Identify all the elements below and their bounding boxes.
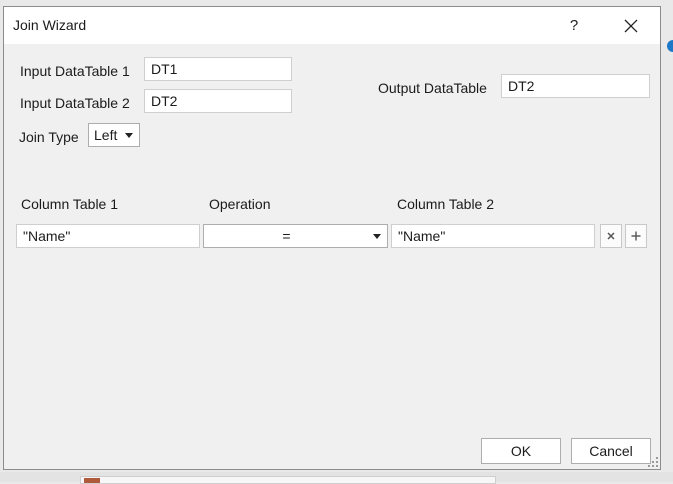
remove-row-button[interactable]	[600, 224, 622, 248]
side-panel-marker	[667, 40, 673, 52]
input-datatable-1-field[interactable]: DT1	[144, 57, 292, 81]
title-bar: Join Wizard ?	[4, 7, 660, 44]
input-datatable-2-field[interactable]: DT2	[144, 89, 292, 113]
join-type-dropdown[interactable]: Left	[88, 123, 140, 147]
output-datatable-field[interactable]: DT2	[501, 74, 650, 98]
document-icon	[84, 478, 100, 483]
dropdown-arrow-icon	[373, 234, 381, 239]
input-datatable-2-label: Input DataTable 2	[20, 95, 130, 111]
dialog-title: Join Wizard	[13, 17, 87, 33]
column-table-1-input[interactable]: "Name"	[16, 224, 200, 248]
help-button[interactable]: ?	[562, 15, 586, 37]
operation-value: =	[282, 228, 291, 244]
add-icon	[631, 231, 641, 241]
cancel-button[interactable]: Cancel	[571, 438, 651, 464]
remove-icon	[607, 232, 615, 240]
join-wizard-dialog: Join Wizard ? Input DataTable 1 DT1 Inpu…	[3, 6, 661, 470]
close-icon	[624, 19, 638, 33]
dropdown-arrow-icon	[125, 133, 133, 138]
output-datatable-label: Output DataTable	[378, 80, 487, 96]
operation-header: Operation	[209, 196, 271, 212]
ok-button[interactable]: OK	[481, 438, 561, 464]
join-type-label: Join Type	[19, 129, 79, 145]
resize-grip-icon[interactable]	[648, 457, 658, 467]
background-document-tab	[80, 476, 496, 484]
add-row-button[interactable]	[625, 224, 647, 248]
column-table-1-header: Column Table 1	[21, 196, 119, 212]
join-type-value: Left	[94, 127, 118, 143]
operation-dropdown[interactable]: =	[203, 224, 388, 248]
close-button[interactable]	[616, 13, 646, 39]
input-datatable-1-label: Input DataTable 1	[20, 63, 130, 79]
column-table-2-input[interactable]: "Name"	[391, 224, 595, 248]
column-table-2-header: Column Table 2	[397, 196, 495, 212]
